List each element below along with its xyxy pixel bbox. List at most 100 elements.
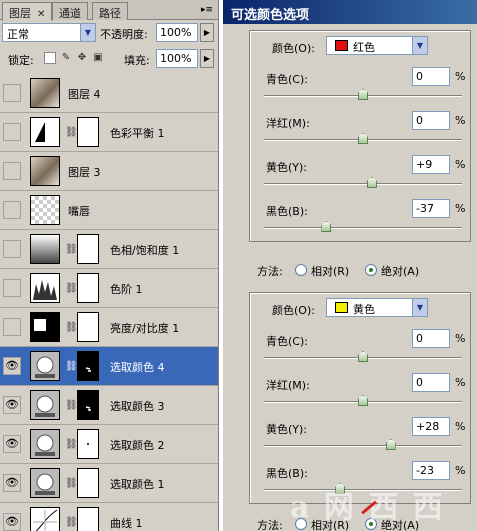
layer-row[interactable]: 👁 ⛓ 曲线 1: [0, 503, 218, 531]
eye-icon[interactable]: [3, 84, 21, 102]
chain-link-icon[interactable]: ⛓: [65, 244, 78, 256]
eye-icon[interactable]: 👁: [3, 513, 21, 531]
layer-mask-thumbnail[interactable]: [77, 117, 99, 147]
layer-mask-thumbnail[interactable]: [77, 468, 99, 498]
layer-list: 图层 4 ⛓ 色彩平衡 1 图层 3 嘴唇 ⛓ 色相/饱和度 1 ⛓ 色阶 1 ⛓ 亮度/对比度 1…: [0, 74, 218, 531]
layer-row[interactable]: 👁 ⛓ 选取颜色 1: [0, 464, 218, 503]
slider-value-input[interactable]: 0: [412, 373, 450, 392]
blend-mode-select[interactable]: 正常 ▼: [2, 23, 96, 42]
slider-thumb[interactable]: [321, 221, 332, 232]
slider-thumb[interactable]: [358, 351, 368, 362]
layer-thumbnail: [30, 78, 60, 108]
eye-icon[interactable]: [3, 123, 21, 141]
eye-icon[interactable]: 👁: [3, 357, 21, 375]
close-icon[interactable]: ✕: [37, 9, 45, 20]
color-swatch: [335, 302, 348, 313]
absolute-radio[interactable]: [365, 264, 377, 276]
tab-paths[interactable]: 路径: [92, 2, 128, 20]
color-select[interactable]: 红色 ▼: [326, 36, 428, 55]
eye-icon[interactable]: 👁: [3, 435, 21, 453]
slider-track[interactable]: [264, 227, 462, 229]
layer-row[interactable]: 嘴唇: [0, 191, 218, 230]
slider-label: 黄色(Y):: [266, 161, 308, 174]
slider-thumb[interactable]: [358, 89, 368, 100]
relative-radio[interactable]: [295, 264, 307, 276]
chevron-down-icon[interactable]: ▼: [80, 24, 95, 41]
lock-brush-icon[interactable]: ✎: [60, 52, 72, 64]
slider-value-input[interactable]: 0: [412, 111, 450, 130]
tab-channels[interactable]: 通道: [52, 2, 88, 20]
chain-link-icon[interactable]: ⛓: [65, 127, 78, 139]
watermark-logo: a 网 西 西: [290, 490, 445, 525]
layer-mask-thumbnail[interactable]: [77, 234, 99, 264]
slider-thumb[interactable]: [358, 395, 368, 406]
chevron-down-icon[interactable]: ▼: [412, 299, 427, 316]
layer-mask-thumbnail[interactable]: [77, 507, 99, 531]
chain-link-icon[interactable]: ⛓: [65, 361, 78, 373]
relative-label[interactable]: 相对(R): [311, 263, 349, 279]
slider-value-input[interactable]: 0: [412, 67, 450, 86]
tab-label: 路径: [99, 7, 121, 20]
slider-row: 洋红(M): 0%: [250, 109, 472, 153]
lock-transparency-icon[interactable]: [44, 52, 56, 64]
layer-mask-thumbnail[interactable]: [77, 312, 99, 342]
chain-link-icon[interactable]: ⛓: [65, 478, 78, 490]
layer-row[interactable]: ⛓ 色彩平衡 1: [0, 113, 218, 152]
layer-thumbnail: [30, 312, 60, 342]
layer-row[interactable]: 图层 4: [0, 74, 218, 113]
layer-row[interactable]: 👁 ⛓ 选取颜色 3: [0, 386, 218, 425]
eye-icon[interactable]: [3, 279, 21, 297]
layer-mask-thumbnail[interactable]: [77, 273, 99, 303]
layer-mask-thumbnail[interactable]: [77, 429, 99, 459]
chain-link-icon[interactable]: ⛓: [65, 400, 78, 412]
eye-icon[interactable]: 👁: [3, 396, 21, 414]
eye-icon[interactable]: [3, 318, 21, 336]
fill-label: 填充:: [124, 54, 150, 67]
percent-label: %: [455, 420, 466, 433]
slider-value-input[interactable]: +28: [412, 417, 450, 436]
chain-link-icon[interactable]: ⛓: [65, 439, 78, 451]
layer-mask-thumbnail[interactable]: [77, 351, 99, 381]
chain-link-icon[interactable]: ⛓: [65, 322, 78, 334]
slider-value-input[interactable]: 0: [412, 329, 450, 348]
selective-color-dialog: 可选颜色选项 颜色(O): 红色 ▼ 青色(C): 0% 洋红(M): 0% 黄色(Y): +9…: [222, 0, 477, 531]
chain-link-icon[interactable]: ⛓: [65, 283, 78, 295]
slider-thumb[interactable]: [366, 177, 377, 188]
slider-value-input[interactable]: -37: [412, 199, 450, 218]
fill-input[interactable]: 100%: [156, 49, 198, 68]
lock-all-icon[interactable]: ▣: [92, 52, 104, 64]
fill-arrow-icon[interactable]: ▶: [200, 49, 214, 68]
layer-row[interactable]: ⛓ 色相/饱和度 1: [0, 230, 218, 269]
slider-value-input[interactable]: +9: [412, 155, 450, 174]
opacity-input[interactable]: 100%: [156, 23, 198, 42]
slider-track[interactable]: [264, 445, 462, 447]
opacity-arrow-icon[interactable]: ▶: [200, 23, 214, 42]
lock-move-icon[interactable]: ✥: [76, 52, 88, 64]
layer-row[interactable]: 👁 ⛓ 选取颜色 2: [0, 425, 218, 464]
layer-row[interactable]: 图层 3: [0, 152, 218, 191]
eye-icon[interactable]: 👁: [3, 474, 21, 492]
slider-value-input[interactable]: -23: [412, 461, 450, 480]
slider-row: 青色(C): 0%: [250, 65, 472, 109]
slider-thumb[interactable]: [385, 439, 396, 450]
layer-row[interactable]: ⛓ 色阶 1: [0, 269, 218, 308]
eye-icon[interactable]: [3, 201, 21, 219]
blend-opacity-row: 正常 ▼ 不透明度: 100% ▶: [2, 23, 216, 43]
layer-name: 曲线 1: [110, 517, 143, 530]
absolute-label[interactable]: 绝对(A): [381, 263, 419, 279]
eye-icon[interactable]: [3, 240, 21, 258]
layer-row[interactable]: 👁 ⛓ 选取颜色 4: [0, 347, 218, 386]
layer-mask-thumbnail[interactable]: [77, 390, 99, 420]
eye-icon[interactable]: [3, 162, 21, 180]
percent-label: %: [455, 158, 466, 171]
slider-row: 黄色(Y): +9%: [250, 153, 472, 197]
layer-row[interactable]: ⛓ 亮度/对比度 1: [0, 308, 218, 347]
slider-thumb[interactable]: [358, 133, 368, 144]
tab-layers[interactable]: 图层 ✕: [2, 2, 53, 21]
chain-link-icon[interactable]: ⛓: [65, 517, 78, 529]
panel-menu-icon[interactable]: ▸≡: [200, 3, 214, 17]
chevron-down-icon[interactable]: ▼: [412, 37, 427, 54]
layer-thumbnail: [30, 390, 60, 420]
slider-track[interactable]: [264, 183, 462, 185]
color-select[interactable]: 黄色 ▼: [326, 298, 428, 317]
